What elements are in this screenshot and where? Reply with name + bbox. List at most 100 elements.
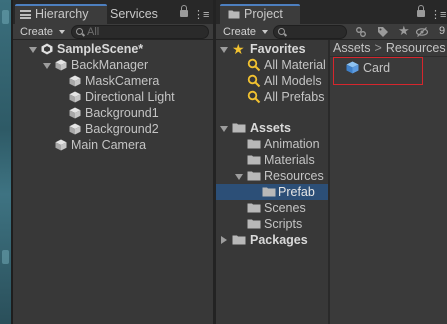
tree-item[interactable]: Animation [216,136,328,152]
tab-project[interactable]: Project [220,4,300,24]
scene-row[interactable]: SampleScene* [13,41,213,57]
gameobject-icon [69,107,81,119]
project-folder-tree: ★ Favorites All Material All Models All … [216,40,328,324]
hierarchy-toolbar: Create All [13,24,213,40]
create-button-label: Create [20,26,54,38]
tree-assets[interactable]: Assets [216,120,328,136]
gameobject-icon [69,91,81,103]
project-search-input[interactable] [273,25,347,39]
hidden-packages-count: 9 [439,25,446,37]
unity-scene-icon [41,43,53,55]
tree-label: Materials [264,153,315,167]
tree-item[interactable]: All Models [216,73,328,89]
chevron-down-icon [59,30,65,34]
tree-item[interactable]: Materials [216,152,328,168]
tree-label: Packages [250,233,308,247]
hierarchy-search-input[interactable]: All [71,25,209,39]
gameobject-icon [55,59,67,71]
scene-view-edge [0,0,11,324]
tree-label: Prefab [278,185,315,199]
tab-services[interactable]: Services [110,4,180,24]
hierarchy-item-label: Background2 [85,122,159,136]
expand-arrow-icon[interactable] [43,63,51,69]
tree-item-selected[interactable]: Prefab [216,184,328,200]
hierarchy-item[interactable]: Background1 [13,105,213,121]
hierarchy-item-label: Main Camera [71,138,147,152]
tree-label: All Models [264,74,322,88]
saved-search-icon [247,74,261,88]
gameobject-icon [69,75,81,87]
tree-item[interactable]: All Material [216,57,328,73]
lock-icon[interactable] [180,5,188,17]
tree-item[interactable]: Resources [216,168,328,184]
star-icon: ★ [232,41,245,57]
breadcrumb-separator: > [374,41,382,55]
folder-icon [228,10,240,19]
saved-search-icon [247,58,261,72]
menu-icon[interactable]: ⋮≡ [193,8,209,21]
folder-icon [232,235,246,245]
tree-item[interactable]: Scripts [216,216,328,232]
tree-favorites[interactable]: ★ Favorites [216,41,328,57]
gameobject-icon [69,123,81,135]
menu-icon[interactable]: ⋮≡ [430,8,446,21]
create-button[interactable]: Create [17,25,67,39]
hierarchy-item[interactable]: Background2 [13,121,213,137]
hierarchy-item-label: BackManager [71,58,149,72]
tree-item[interactable]: Scenes [216,200,328,216]
hierarchy-tab-bar: Hierarchy Services ⋮≡ [13,0,213,24]
tree-item[interactable]: All Prefabs [216,89,328,105]
breadcrumb-item[interactable]: Assets [333,41,371,55]
tree-packages[interactable]: Packages [216,232,328,248]
search-by-type-icon[interactable] [355,26,367,38]
expand-arrow-icon[interactable] [220,47,228,53]
hierarchy-item[interactable]: MaskCamera [13,73,213,89]
folder-icon [247,155,261,165]
folder-icon [232,123,246,133]
search-icon [278,28,285,35]
hierarchy-panel: Hierarchy Services ⋮≡ Create All SampleS… [13,0,213,324]
tree-label: Scenes [264,201,306,215]
asset-label: Card [363,61,391,75]
hierarchy-item[interactable]: Main Camera [13,137,213,153]
tab-services-label: Services [110,7,158,21]
tab-project-label: Project [244,7,283,21]
tree-label: Scripts [264,217,303,231]
lock-icon[interactable] [417,5,425,17]
folder-icon [247,203,261,213]
expand-arrow-icon[interactable] [235,174,243,180]
saved-search-icon [247,90,261,104]
hierarchy-item[interactable]: BackManager [13,57,213,73]
project-content-area: Assets > Resources Card [330,40,447,324]
hierarchy-item-label: Background1 [85,106,159,120]
hierarchy-item-label: Directional Light [85,90,175,104]
search-icon [76,28,83,35]
breadcrumb-item[interactable]: Resources [386,41,446,55]
asset-item[interactable]: Card [346,60,426,76]
eye-hidden-icon[interactable] [416,26,428,38]
folder-icon [262,187,276,197]
create-button-label: Create [223,26,257,38]
folder-icon [247,171,261,181]
tab-hierarchy[interactable]: Hierarchy [15,4,107,24]
create-button[interactable]: Create [220,25,270,39]
tree-label: Resources [264,169,324,183]
scene-glint [2,10,9,24]
expand-arrow-icon[interactable] [29,47,37,53]
gameobject-icon [55,139,67,151]
tab-hierarchy-label: Hierarchy [35,7,89,21]
label-tag-icon[interactable] [377,26,389,38]
favorite-star-icon[interactable]: ★ [398,24,410,38]
hierarchy-item[interactable]: Directional Light [13,89,213,105]
scene-glint [2,250,9,264]
search-placeholder: All [87,26,100,38]
scene-name: SampleScene* [57,42,144,56]
project-tab-bar: Project ⋮≡ [216,0,447,24]
collapsed-arrow-icon[interactable] [221,236,227,244]
project-toolbar: Create ★ 9 [216,24,447,40]
tree-label: All Prefabs [264,90,325,104]
tree-label: Animation [264,137,320,151]
folder-icon [247,219,261,229]
expand-arrow-icon[interactable] [220,126,228,132]
breadcrumb: Assets > Resources [330,40,447,57]
